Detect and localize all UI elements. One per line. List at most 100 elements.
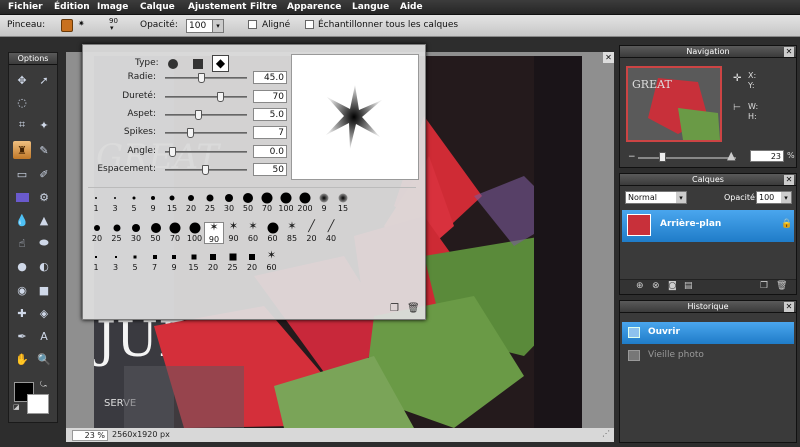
brush-preset[interactable]: 30 — [126, 222, 146, 244]
brush-preview-icon[interactable]: ✷ — [78, 19, 85, 28]
brush-preset[interactable]: ✶ 60 — [243, 221, 263, 244]
crop-tool-icon[interactable]: ⌗ — [13, 116, 31, 134]
param-slider-thumb[interactable] — [198, 73, 205, 83]
brush-preset[interactable]: 15 — [184, 251, 204, 273]
brush-preset[interactable]: 20 — [181, 192, 201, 214]
blend-mode-select[interactable]: Normal ▾ — [625, 191, 687, 204]
navigation-thumbnail[interactable]: GREAT — [626, 66, 722, 142]
gradient-tool-icon[interactable]: ■ — [35, 281, 53, 299]
blur-tool-icon[interactable]: 💧 — [13, 211, 31, 229]
brush-preset[interactable]: 9 — [314, 192, 334, 214]
brush-preset[interactable]: 7 — [145, 251, 165, 273]
param-value-field[interactable]: 0.0 — [253, 145, 287, 158]
menu-calque[interactable]: Calque — [140, 2, 175, 12]
brush-preset[interactable]: 3 — [105, 192, 125, 214]
zoom-slider-thumb[interactable] — [659, 152, 666, 162]
brush-preset[interactable]: 5 — [125, 251, 145, 273]
brush-preset[interactable]: 20 — [87, 222, 107, 244]
param-value-field[interactable]: 45.0 — [253, 71, 287, 84]
param-slider[interactable] — [165, 165, 247, 175]
brush-preset[interactable]: 9 — [143, 192, 163, 214]
layer-effects-icon[interactable]: ⊗ — [652, 281, 660, 291]
zoom-in-icon[interactable]: ▲ — [727, 149, 735, 162]
layer-opacity-select[interactable]: 100 ▾ — [756, 191, 792, 204]
brush-preset[interactable]: 70 — [165, 222, 185, 244]
history-item-ouvrir[interactable]: Ouvrir — [622, 322, 794, 344]
delete-layer-icon[interactable]: 🗑 — [776, 281, 787, 291]
brush-preset[interactable]: ✶ 85 — [282, 221, 302, 244]
color-picker-tool-icon[interactable]: ✒ — [13, 327, 31, 345]
zoom-tool-icon[interactable]: 🔍 — [35, 350, 53, 368]
lasso-tool-icon[interactable]: ◌ — [13, 93, 31, 111]
brush-preset[interactable]: 15 — [162, 192, 182, 214]
brush-preset[interactable]: ✶ 60 — [262, 249, 282, 273]
aligned-checkbox[interactable] — [248, 20, 257, 29]
menu-apparence[interactable]: Apparence — [287, 2, 341, 12]
close-canvas-icon[interactable]: ✕ — [603, 52, 614, 63]
zoom-out-icon[interactable]: − — [628, 152, 636, 162]
zoom-field[interactable]: 23 — [750, 150, 784, 162]
param-value-field[interactable]: 50 — [253, 163, 287, 176]
menu-langue[interactable]: Langue — [352, 2, 389, 12]
resize-grip-icon[interactable]: ⋰ — [602, 429, 610, 438]
mask-icon[interactable]: ◙ — [668, 281, 677, 291]
select-arrow-tool-icon[interactable]: ➚ — [35, 71, 53, 89]
text-tool-icon[interactable]: A — [35, 327, 53, 345]
menu-filtre[interactable]: Filtre — [250, 2, 277, 12]
brush-preset[interactable]: ✶ 90 — [204, 222, 224, 244]
brush-preset[interactable]: 50 — [238, 192, 258, 214]
brush-preset[interactable]: 25 — [107, 222, 127, 244]
color-replace-tool-icon[interactable]: ⚙ — [35, 188, 53, 206]
brush-preset[interactable]: 9 — [164, 251, 184, 273]
rectangle-tool-icon[interactable] — [13, 188, 31, 206]
circle-brush-type-icon[interactable] — [168, 59, 178, 69]
brush-preset[interactable]: 30 — [219, 192, 239, 214]
param-slider-thumb[interactable] — [202, 165, 209, 175]
param-slider-thumb[interactable] — [195, 110, 202, 120]
param-slider[interactable] — [165, 147, 247, 157]
folder-icon[interactable]: ▤ — [684, 281, 693, 291]
history-item-vieille-photo[interactable]: Vieille photo — [622, 346, 794, 366]
red-eye-tool-icon[interactable]: ◉ — [13, 281, 31, 299]
new-brush-icon[interactable]: ❐ — [390, 303, 399, 314]
opacity-select[interactable]: 100 ▾ — [186, 19, 224, 33]
close-navigation-icon[interactable]: ✕ — [784, 47, 794, 57]
menu-ajustement[interactable]: Ajustement — [188, 2, 246, 12]
chevron-down-icon[interactable]: ▾ — [110, 24, 114, 32]
zoom-slider[interactable] — [638, 152, 736, 162]
brush-preset[interactable]: 25 — [200, 192, 220, 214]
param-slider-thumb[interactable] — [217, 92, 224, 102]
brush-preset[interactable]: 100 — [185, 222, 205, 244]
sponge-tool-icon[interactable]: ⬬ — [35, 234, 53, 252]
brush-preset[interactable]: 70 — [257, 192, 277, 214]
param-slider[interactable] — [165, 110, 247, 120]
param-slider[interactable] — [165, 128, 247, 138]
pencil-tool-icon[interactable]: ✎ — [35, 141, 53, 159]
status-zoom-field[interactable]: 23 % — [72, 430, 108, 441]
close-layers-icon[interactable]: ✕ — [784, 175, 794, 185]
reset-colors-icon[interactable]: ◪ — [13, 403, 20, 411]
brush-preset[interactable]: 50 — [146, 222, 166, 244]
param-slider-thumb[interactable] — [187, 128, 194, 138]
menu-image[interactable]: Image — [97, 2, 128, 12]
brush-preset[interactable]: 3 — [106, 251, 126, 273]
move-tool-icon[interactable]: ✥ — [13, 71, 31, 89]
sharpen-tool-icon[interactable]: ▲ — [35, 211, 53, 229]
menu-fichier[interactable]: Fichier — [8, 2, 43, 12]
brush-preset[interactable]: ╱ 20 — [302, 221, 322, 244]
brush-preset[interactable]: 1 — [86, 251, 106, 273]
param-slider[interactable] — [165, 92, 247, 102]
param-value-field[interactable]: 5.0 — [253, 108, 287, 121]
layer-styles-icon[interactable]: ⊕ — [636, 281, 644, 291]
param-slider[interactable] — [165, 73, 247, 83]
brush-preset[interactable]: 5 — [124, 192, 144, 214]
param-value-field[interactable]: 7 — [253, 126, 287, 139]
square-brush-type-icon[interactable] — [193, 59, 203, 69]
brush-preset[interactable]: ╱ 40 — [321, 221, 341, 244]
dodge-tool-icon[interactable]: ● — [13, 257, 31, 275]
layer-row-background[interactable]: Arrière-plan 🔒 — [622, 210, 794, 242]
smudge-tool-icon[interactable]: ☝ — [13, 234, 31, 252]
brush-preset[interactable]: 60 — [263, 222, 283, 244]
sample-all-layers-checkbox[interactable] — [305, 20, 314, 29]
diamond-brush-type-icon[interactable]: ◆ — [212, 55, 229, 72]
